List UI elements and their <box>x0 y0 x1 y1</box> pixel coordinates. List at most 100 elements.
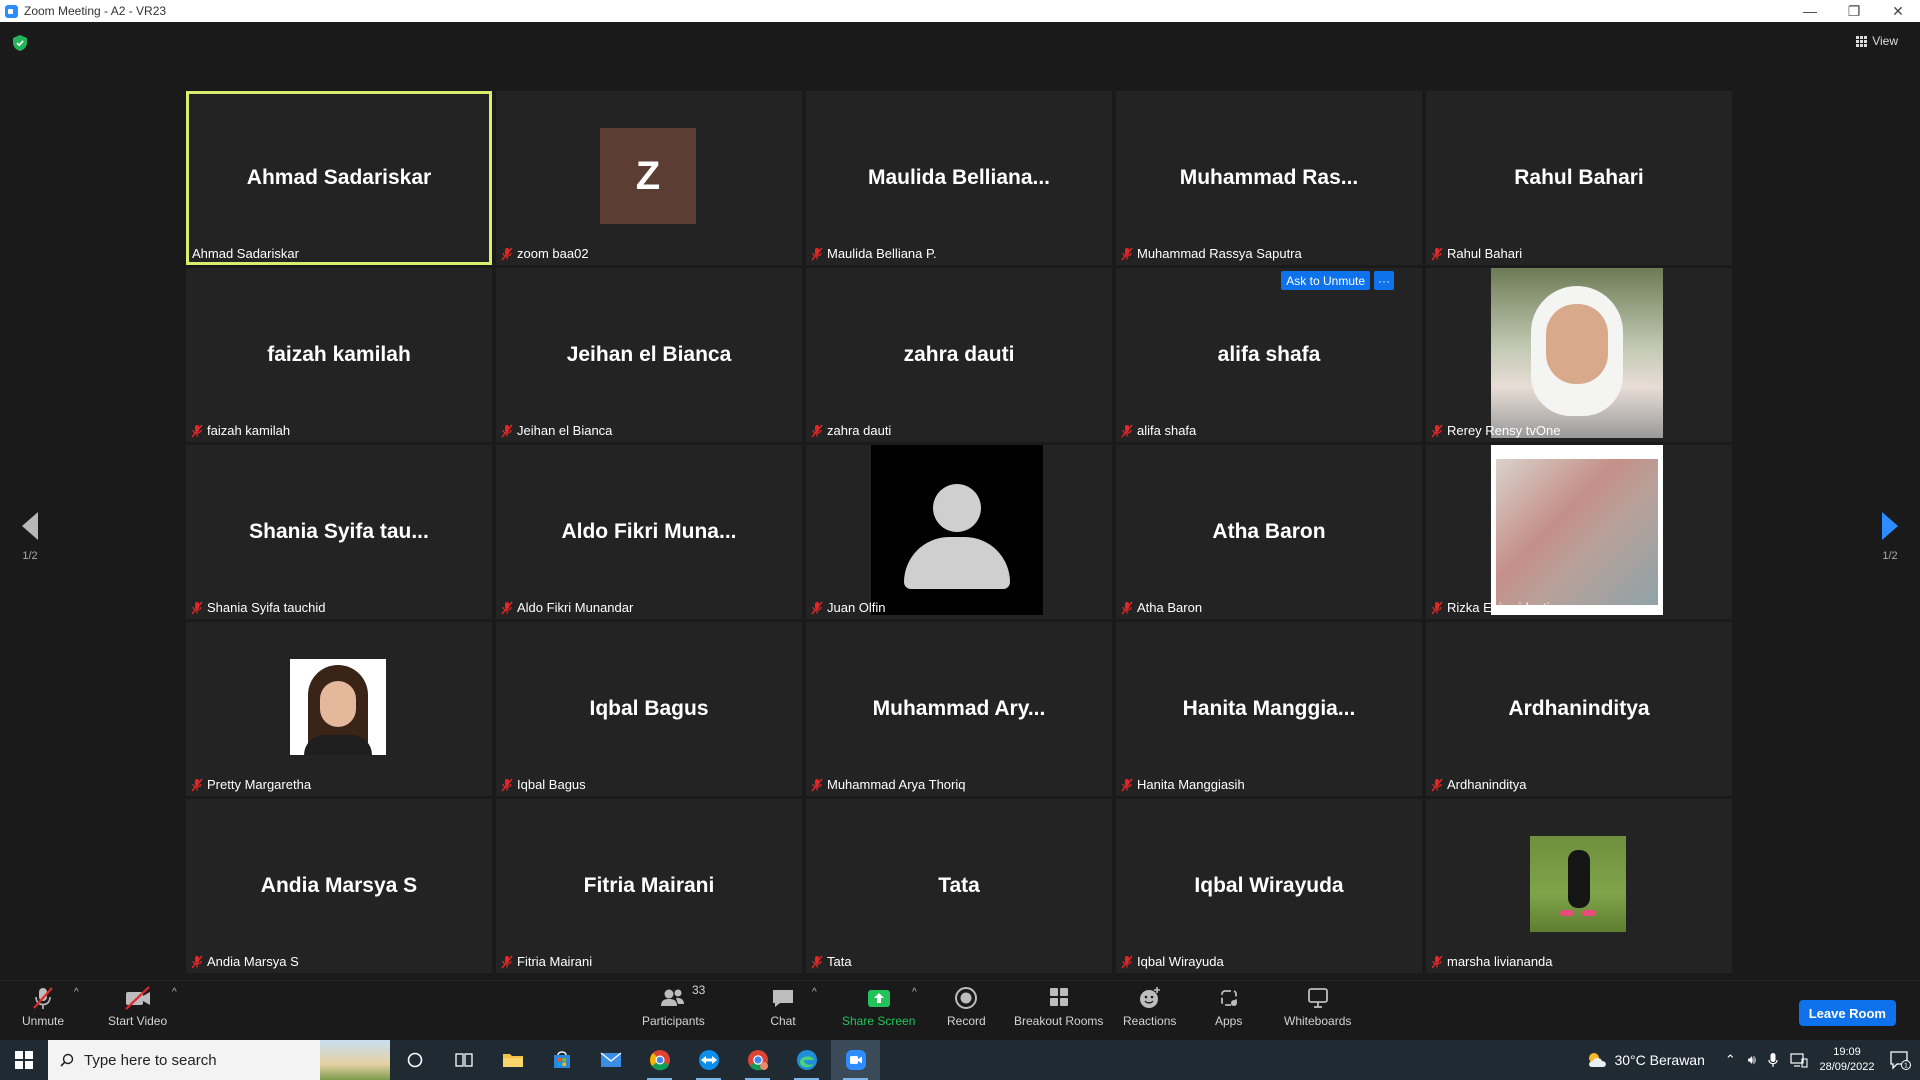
file-explorer-icon[interactable] <box>488 1040 537 1080</box>
taskbar-search-box[interactable]: Type here to search <box>48 1040 390 1080</box>
participant-display-name: Ahmad Sadariskar <box>246 166 432 189</box>
participant-tile[interactable]: Muhammad Ras... Muhammad Rassya Saputra <box>1116 91 1422 265</box>
reactions-label: Reactions <box>1123 1014 1177 1028</box>
previous-page-button[interactable]: 1/2 <box>10 512 50 562</box>
participant-tile[interactable]: Ardhaninditya Ardhaninditya <box>1426 622 1732 796</box>
unmute-button[interactable]: Unmute <box>22 985 64 1028</box>
participant-name-label: Pretty Margaretha <box>190 776 314 793</box>
share-options-caret[interactable]: ^ <box>912 987 917 998</box>
chrome-profile-icon[interactable] <box>733 1040 782 1080</box>
participant-tile[interactable]: Iqbal Wirayuda Iqbal Wirayuda <box>1116 799 1422 973</box>
participant-name-label: Juan Olfin <box>810 599 889 616</box>
participant-tile[interactable]: zahra dauti zahra dauti <box>806 268 1112 442</box>
participant-video-pretty <box>290 659 386 755</box>
breakout-rooms-button[interactable]: Breakout Rooms <box>1014 985 1103 1028</box>
chrome-icon[interactable] <box>635 1040 684 1080</box>
mic-muted-icon <box>1120 778 1134 792</box>
participant-tile[interactable]: Jeihan el Bianca Jeihan el Bianca <box>496 268 802 442</box>
mail-icon[interactable] <box>586 1040 635 1080</box>
participant-video-marsha <box>1530 836 1626 932</box>
participant-tile[interactable]: Rahul Bahari Rahul Bahari <box>1426 91 1732 265</box>
mic-muted-icon <box>190 778 204 792</box>
start-video-button[interactable]: Start Video <box>108 985 167 1028</box>
minimize-button[interactable]: — <box>1788 0 1832 22</box>
chat-options-caret[interactable]: ^ <box>812 987 817 998</box>
clock-time: 19:09 <box>1833 1046 1861 1058</box>
participant-tile[interactable]: Pretty Margaretha <box>186 622 492 796</box>
weather-widget[interactable]: 30°C Berawan <box>1586 1051 1705 1069</box>
participant-name: Rizka Egiawidanti <box>1447 600 1550 615</box>
participant-display-name: Shania Syifa tau... <box>249 520 429 543</box>
participant-tile[interactable]: Aldo Fikri Muna... Aldo Fikri Munandar <box>496 445 802 619</box>
leave-room-button[interactable]: Leave Room <box>1798 1000 1896 1026</box>
search-icon <box>60 1053 74 1067</box>
participant-name-label: Shania Syifa tauchid <box>190 599 329 616</box>
view-button[interactable]: View <box>1856 34 1898 48</box>
mic-muted-icon <box>1120 601 1134 615</box>
participant-tile[interactable]: Iqbal Bagus Iqbal Bagus <box>496 622 802 796</box>
speaker-icon[interactable]: 🔊︎ <box>1748 1052 1756 1068</box>
search-highlight-image <box>320 1040 390 1080</box>
participant-tile[interactable]: Rizka Egiawidanti <box>1426 445 1732 619</box>
edge-icon[interactable] <box>782 1040 831 1080</box>
whiteboard-icon <box>1305 985 1331 1011</box>
participant-tile[interactable]: marsha liviananda <box>1426 799 1732 973</box>
participant-tile[interactable]: faizah kamilah faizah kamilah <box>186 268 492 442</box>
microphone-icon[interactable] <box>1768 1052 1778 1068</box>
participant-tile[interactable]: Maulida Belliana... Maulida Belliana P. <box>806 91 1112 265</box>
participant-tile[interactable]: Juan Olfin <box>806 445 1112 619</box>
participant-name-label: Iqbal Wirayuda <box>1120 953 1227 970</box>
participant-name-label: faizah kamilah <box>190 422 293 439</box>
cortana-icon[interactable] <box>390 1040 439 1080</box>
share-screen-button[interactable]: Share Screen <box>842 985 915 1028</box>
more-options-button[interactable]: ··· <box>1374 271 1394 290</box>
close-button[interactable]: ✕ <box>1876 0 1920 22</box>
participant-display-name: Aldo Fikri Muna... <box>561 520 737 543</box>
participant-name: Tata <box>827 954 852 969</box>
notification-center-button[interactable]: 1 <box>1880 1040 1920 1080</box>
participant-tile[interactable]: alifa shafa Ask to Unmute ··· alifa shafa <box>1116 268 1422 442</box>
restore-button[interactable]: ❐ <box>1832 0 1876 22</box>
participant-tile[interactable]: Hanita Manggia... Hanita Manggiasih <box>1116 622 1422 796</box>
ask-to-unmute-button[interactable]: Ask to Unmute <box>1281 271 1370 290</box>
participant-display-name: Iqbal Bagus <box>589 697 709 720</box>
whiteboards-label: Whiteboards <box>1284 1014 1352 1028</box>
microsoft-store-icon[interactable] <box>537 1040 586 1080</box>
participant-tile[interactable]: Zzoom baa02 <box>496 91 802 265</box>
participant-name-label: Iqbal Bagus <box>500 776 589 793</box>
participant-name: Pretty Margaretha <box>207 777 312 792</box>
clock[interactable]: 19:09 28/09/2022 <box>1814 1045 1880 1075</box>
whiteboards-button[interactable]: Whiteboards <box>1284 985 1351 1028</box>
participant-tile[interactable]: Andia Marsya S Andia Marsya S <box>186 799 492 973</box>
zoom-taskbar-icon[interactable] <box>831 1040 880 1080</box>
chat-icon <box>770 985 796 1011</box>
participant-tile[interactable]: Atha Baron Atha Baron <box>1116 445 1422 619</box>
participants-button[interactable]: 33 Participants <box>642 983 705 1028</box>
participant-display-name: Maulida Belliana... <box>867 166 1051 189</box>
participant-tile[interactable]: Tata Tata <box>806 799 1112 973</box>
video-off-icon <box>123 985 153 1011</box>
encryption-shield-icon[interactable] <box>13 35 27 51</box>
apps-button[interactable]: Apps <box>1215 985 1242 1028</box>
page-indicator-right: 1/2 <box>1882 550 1898 562</box>
task-view-icon[interactable] <box>439 1040 488 1080</box>
participant-name-label: Maulida Belliana P. <box>810 245 940 262</box>
participant-name-label: Muhammad Rassya Saputra <box>1120 245 1305 262</box>
record-button[interactable]: Record <box>947 985 986 1028</box>
mic-muted-icon <box>810 601 824 615</box>
teamviewer-icon[interactable] <box>684 1040 733 1080</box>
participant-tile[interactable]: Muhammad Ary... Muhammad Arya Thoriq <box>806 622 1112 796</box>
chat-button[interactable]: Chat <box>770 985 796 1028</box>
participant-tile[interactable]: Fitria Mairani Fitria Mairani <box>496 799 802 973</box>
video-options-caret[interactable]: ^ <box>172 987 177 998</box>
next-page-button[interactable]: 1/2 <box>1870 512 1910 562</box>
network-icon[interactable] <box>1790 1052 1808 1068</box>
start-button[interactable] <box>0 1040 48 1080</box>
show-hidden-icons-chevron-icon[interactable]: ⌃ <box>1725 1052 1736 1068</box>
participant-name-label: alifa shafa <box>1120 422 1199 439</box>
audio-options-caret[interactable]: ^ <box>74 987 79 998</box>
reactions-button[interactable]: Reactions <box>1123 985 1176 1028</box>
participant-tile[interactable]: Shania Syifa tau... Shania Syifa tauchid <box>186 445 492 619</box>
participant-tile[interactable]: Ahmad Sadariskar Ahmad Sadariskar <box>186 91 492 265</box>
participant-tile[interactable]: Rerey Rensy tvOne <box>1426 268 1732 442</box>
